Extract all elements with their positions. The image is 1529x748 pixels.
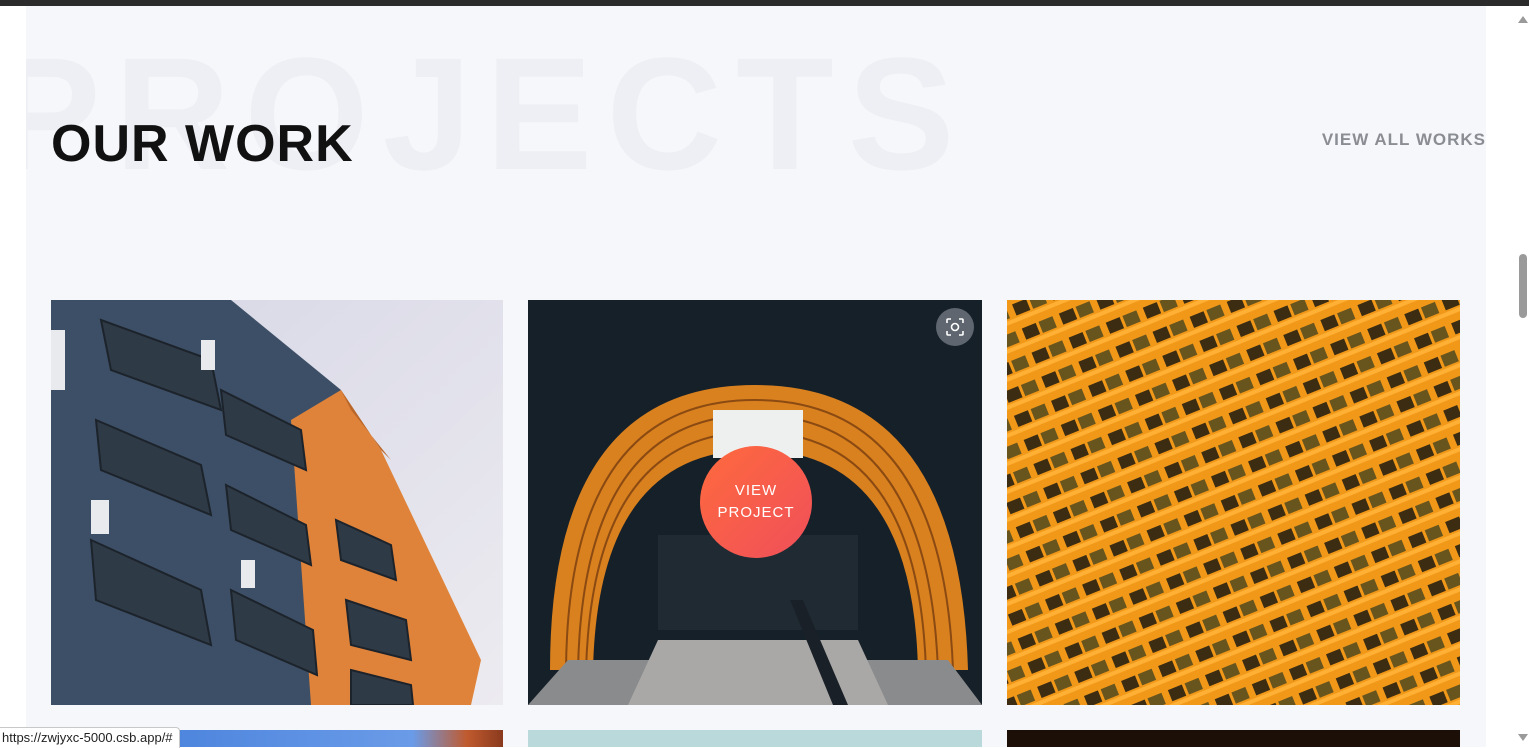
project-card-6[interactable] [1007, 730, 1460, 747]
vertical-scrollbar[interactable] [1515, 6, 1529, 747]
project-card-3[interactable] [1007, 300, 1460, 705]
zoom-button[interactable] [936, 308, 974, 346]
orange-facade-image [1007, 300, 1460, 705]
scroll-up-arrow-icon[interactable] [1518, 16, 1528, 23]
scroll-down-arrow-icon[interactable] [1518, 734, 1528, 741]
view-all-works-link[interactable]: VIEW ALL WORKS [1322, 130, 1486, 150]
project-card-5[interactable] [528, 730, 982, 747]
our-work-section: PROJECTS OUR WORK VIEW ALL WORKS VIEW PR… [26, 6, 1486, 747]
zoom-focus-icon [946, 318, 964, 336]
view-project-button[interactable]: VIEW PROJECT [700, 446, 812, 558]
project-card-1[interactable] [51, 300, 503, 705]
status-bar-url: https://zwjyxc-5000.csb.app/# [0, 727, 180, 748]
section-title: OUR WORK [51, 115, 354, 173]
project-card-2[interactable]: VIEW PROJECT [528, 300, 982, 705]
building-balconies-image [51, 300, 503, 705]
scrollbar-thumb[interactable] [1519, 254, 1527, 318]
